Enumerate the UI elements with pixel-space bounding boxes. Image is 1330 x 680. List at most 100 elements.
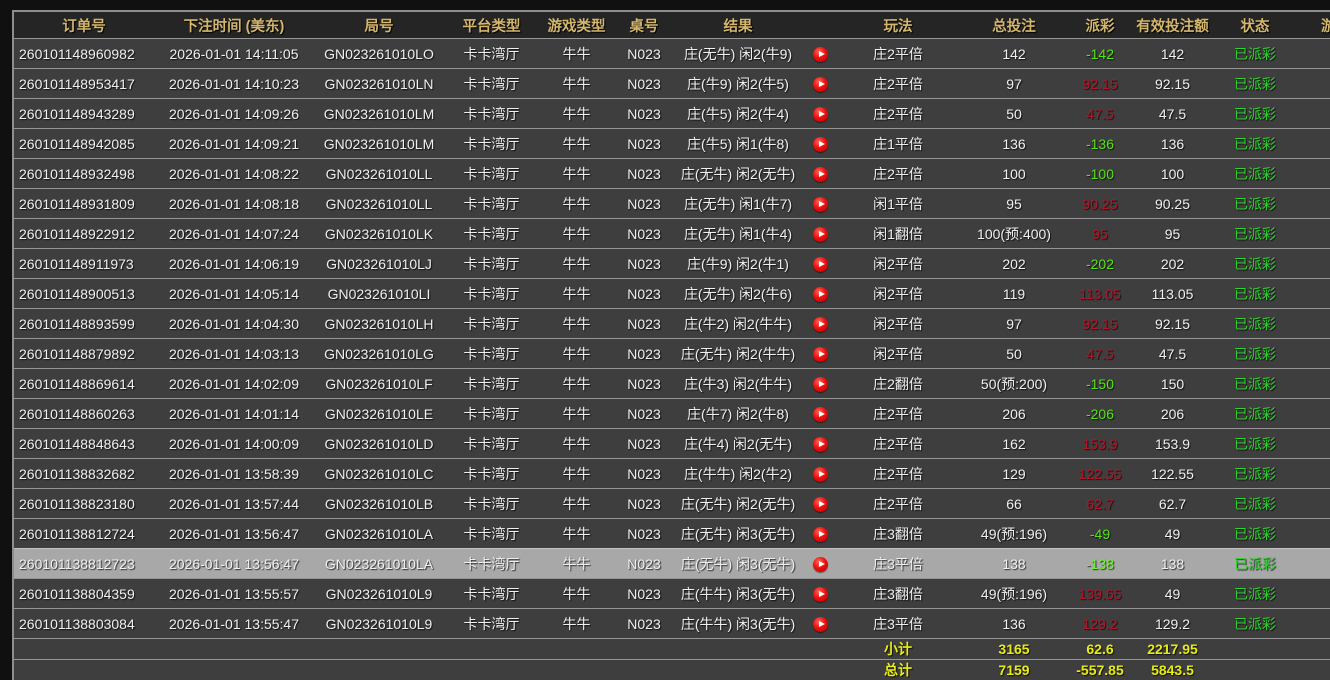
cell-extra	[1295, 609, 1330, 639]
cell-video	[802, 399, 838, 429]
cell-extra	[1295, 159, 1330, 189]
play-icon	[819, 51, 825, 57]
cell-platform: 卡卡湾厅	[444, 309, 539, 339]
column-header-time: 下注时间 (美东)	[154, 12, 314, 39]
cell-order: 260101148900513	[14, 279, 154, 309]
table-row[interactable]: 2601011388231802026-01-01 13:57:44GN0232…	[14, 489, 1330, 519]
cell-video	[802, 429, 838, 459]
play-icon	[819, 501, 825, 507]
cell-platform: 卡卡湾厅	[444, 159, 539, 189]
cell-bet: 100	[958, 159, 1070, 189]
play-video-button[interactable]	[813, 167, 828, 182]
table-row[interactable]: 2601011388030842026-01-01 13:55:47GN0232…	[14, 609, 1330, 639]
table-row[interactable]: 2601011489005132026-01-01 14:05:14GN0232…	[14, 279, 1330, 309]
cell-bet: 138	[958, 549, 1070, 579]
table-row[interactable]: 2601011489229122026-01-01 14:07:24GN0232…	[14, 219, 1330, 249]
cell-valid: 129.2	[1130, 609, 1215, 639]
cell-time: 2026-01-01 14:04:30	[154, 309, 314, 339]
table-row[interactable]: 2601011489119732026-01-01 14:06:19GN0232…	[14, 249, 1330, 279]
play-video-button[interactable]	[813, 347, 828, 362]
play-video-button[interactable]	[813, 137, 828, 152]
table-row[interactable]: 2601011489534172026-01-01 14:10:23GN0232…	[14, 69, 1330, 99]
table-row[interactable]: 2601011489432892026-01-01 14:09:26GN0232…	[14, 99, 1330, 129]
cell-payout: 122.55	[1070, 459, 1130, 489]
play-video-button[interactable]	[813, 77, 828, 92]
cell-time: 2026-01-01 14:02:09	[154, 369, 314, 399]
cell-result: 庄(牛5) 闲1(牛8)	[674, 129, 802, 159]
table-row[interactable]: 2601011388127232026-01-01 13:56:47GN0232…	[14, 549, 1330, 579]
play-video-button[interactable]	[813, 407, 828, 422]
subtotal-spacer-right	[1215, 639, 1330, 660]
cell-bet: 95	[958, 189, 1070, 219]
cell-table-no: N023	[614, 219, 674, 249]
play-video-button[interactable]	[813, 287, 828, 302]
cell-order: 260101148942085	[14, 129, 154, 159]
play-icon	[819, 81, 825, 87]
cell-valid: 62.7	[1130, 489, 1215, 519]
cell-game: 牛牛	[539, 399, 614, 429]
play-video-button[interactable]	[813, 437, 828, 452]
play-video-button[interactable]	[813, 197, 828, 212]
cell-video	[802, 309, 838, 339]
cell-valid: 92.15	[1130, 309, 1215, 339]
play-video-button[interactable]	[813, 467, 828, 482]
cell-extra	[1295, 519, 1330, 549]
play-video-button[interactable]	[813, 377, 828, 392]
column-header-bet: 总投注	[958, 12, 1070, 39]
cell-game: 牛牛	[539, 339, 614, 369]
cell-round: GN023261010LJ	[314, 249, 444, 279]
play-video-button[interactable]	[813, 317, 828, 332]
play-icon	[819, 621, 825, 627]
cell-payout: 62.7	[1070, 489, 1130, 519]
table-row[interactable]: 2601011488935992026-01-01 14:04:30GN0232…	[14, 309, 1330, 339]
table-row[interactable]: 2601011488798922026-01-01 14:03:13GN0232…	[14, 339, 1330, 369]
cell-game: 牛牛	[539, 459, 614, 489]
table-row[interactable]: 2601011489318092026-01-01 14:08:18GN0232…	[14, 189, 1330, 219]
table-row[interactable]: 2601011489609822026-01-01 14:11:05GN0232…	[14, 39, 1330, 69]
table-row[interactable]: 2601011489324982026-01-01 14:08:22GN0232…	[14, 159, 1330, 189]
cell-order: 260101148943289	[14, 99, 154, 129]
table-row[interactable]: 2601011488602632026-01-01 14:01:14GN0232…	[14, 399, 1330, 429]
table-row[interactable]: 2601011489420852026-01-01 14:09:21GN0232…	[14, 129, 1330, 159]
play-video-button[interactable]	[813, 227, 828, 242]
cell-game: 牛牛	[539, 579, 614, 609]
cell-order: 260101138812723	[14, 549, 154, 579]
cell-platform: 卡卡湾厅	[444, 399, 539, 429]
cell-round: GN023261010LG	[314, 339, 444, 369]
cell-platform: 卡卡湾厅	[444, 99, 539, 129]
subtotal-total-bet: 3165	[958, 639, 1070, 660]
table-row[interactable]: 2601011488696142026-01-01 14:02:09GN0232…	[14, 369, 1330, 399]
play-video-button[interactable]	[813, 527, 828, 542]
table-row[interactable]: 2601011388326822026-01-01 13:58:39GN0232…	[14, 459, 1330, 489]
play-video-button[interactable]	[813, 107, 828, 122]
play-icon	[819, 261, 825, 267]
cell-payout: -138	[1070, 549, 1130, 579]
cell-valid: 206	[1130, 399, 1215, 429]
cell-table-no: N023	[614, 429, 674, 459]
cell-video	[802, 249, 838, 279]
table-row[interactable]: 2601011388127242026-01-01 13:56:47GN0232…	[14, 519, 1330, 549]
play-icon	[819, 351, 825, 357]
subtotal-spacer	[14, 639, 838, 660]
cell-video	[802, 159, 838, 189]
play-icon	[819, 231, 825, 237]
cell-result: 庄(无牛) 闲2(无牛)	[674, 489, 802, 519]
cell-result: 庄(无牛) 闲2(牛6)	[674, 279, 802, 309]
play-video-button[interactable]	[813, 497, 828, 512]
cell-time: 2026-01-01 14:08:18	[154, 189, 314, 219]
cell-play-type: 闲2平倍	[838, 309, 958, 339]
cell-time: 2026-01-01 14:09:26	[154, 99, 314, 129]
table-row[interactable]: 2601011388043592026-01-01 13:55:57GN0232…	[14, 579, 1330, 609]
cell-round: GN023261010LE	[314, 399, 444, 429]
play-video-button[interactable]	[813, 257, 828, 272]
table-row[interactable]: 2601011488486432026-01-01 14:00:09GN0232…	[14, 429, 1330, 459]
cell-play-type: 庄2平倍	[838, 39, 958, 69]
play-video-button[interactable]	[813, 617, 828, 632]
cell-platform: 卡卡湾厅	[444, 219, 539, 249]
play-video-button[interactable]	[813, 587, 828, 602]
cell-time: 2026-01-01 14:11:05	[154, 39, 314, 69]
cell-valid: 113.05	[1130, 279, 1215, 309]
cell-result: 庄(无牛) 闲1(牛4)	[674, 219, 802, 249]
play-video-button[interactable]	[813, 47, 828, 62]
play-video-button[interactable]	[813, 557, 828, 572]
